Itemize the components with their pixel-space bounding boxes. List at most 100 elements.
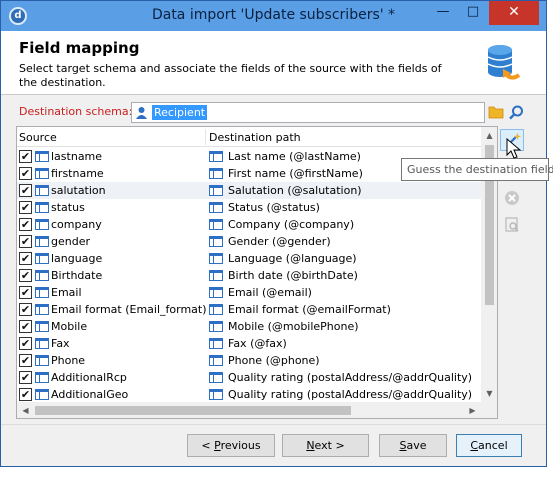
row-checkbox[interactable]: ✔ (19, 150, 32, 163)
destination-field-icon (209, 321, 223, 332)
page-title: Field mapping (19, 39, 140, 57)
source-field-icon (35, 372, 49, 383)
source-field-icon (35, 219, 49, 230)
folder-icon[interactable] (488, 104, 504, 120)
table-row[interactable]: ✔ AdditionalRcp Quality rating (postalAddr… (17, 369, 481, 386)
destination-field-icon (209, 168, 223, 179)
page-description: Select target schema and associate the f… (19, 62, 442, 89)
scroll-right-icon[interactable]: ▶ (464, 402, 481, 418)
source-field-name: Phone (51, 354, 86, 367)
previous-button[interactable]: < Previous (187, 434, 275, 457)
row-checkbox[interactable]: ✔ (19, 201, 32, 214)
row-checkbox[interactable]: ✔ (19, 337, 32, 350)
row-checkbox[interactable]: ✔ (19, 388, 32, 401)
destination-schema-field[interactable]: Recipient (131, 102, 485, 123)
destination-field-path: Quality rating (postalAddress/@addrQuali… (228, 371, 473, 384)
destination-field-icon (209, 304, 223, 315)
destination-field-path: Language (@language) (228, 252, 357, 265)
source-field-icon (35, 270, 49, 281)
source-field-name: status (51, 201, 85, 214)
row-checkbox[interactable]: ✔ (19, 303, 32, 316)
row-checkbox[interactable]: ✔ (19, 167, 32, 180)
destination-field-icon (209, 389, 223, 400)
horizontal-scrollbar[interactable]: ◀ ▶ (17, 402, 481, 418)
scroll-down-icon[interactable]: ▼ (481, 385, 497, 402)
maximize-button[interactable]: □ (459, 1, 487, 25)
row-checkbox[interactable]: ✔ (19, 320, 32, 333)
source-field-name: AdditionalRcp (51, 371, 127, 384)
save-button-label: ave (406, 439, 427, 452)
destination-field-icon (209, 236, 223, 247)
scroll-up-icon[interactable]: ▲ (481, 127, 497, 144)
destination-field-path: Email format (@emailFormat) (228, 303, 391, 316)
destination-field-icon (209, 185, 223, 196)
destination-field-path: Status (@status) (228, 201, 320, 214)
person-icon (136, 107, 147, 119)
column-destination-header[interactable]: Destination path (209, 131, 301, 144)
previous-button-prefix: < (201, 439, 215, 452)
table-row[interactable]: ✔ AdditionalGeo Quality rating (postalAddr… (17, 386, 481, 403)
table-row[interactable]: ✔ company Company (@company) (17, 216, 481, 233)
destination-field-path: Gender (@gender) (228, 235, 331, 248)
destination-field-icon (209, 253, 223, 264)
table-row[interactable]: ✔ status Status (@status) (17, 199, 481, 216)
destination-field-path: Company (@company) (228, 218, 355, 231)
detail-icon[interactable] (500, 214, 524, 236)
source-field-icon (35, 389, 49, 400)
table-row[interactable]: ✔ salutation Salutation (@salutation) (17, 182, 481, 199)
search-icon[interactable] (508, 104, 525, 121)
row-checkbox[interactable]: ✔ (19, 371, 32, 384)
destination-schema-label: Destination schema: (19, 105, 133, 118)
previous-button-label: revious (220, 439, 261, 452)
table-row[interactable]: ✔ Mobile Mobile (@mobilePhone) (17, 318, 481, 335)
grid-header: Source Destination path (17, 127, 481, 147)
source-field-icon (35, 151, 49, 162)
minimize-button[interactable]: — (429, 1, 457, 25)
row-checkbox[interactable]: ✔ (19, 286, 32, 299)
destination-field-icon (209, 270, 223, 281)
source-field-name: company (51, 218, 102, 231)
source-field-name: Email (51, 286, 82, 299)
table-row[interactable]: ✔ Email format (Email_format) Email format… (17, 301, 481, 318)
scroll-corner (481, 402, 497, 418)
save-button[interactable]: Save (379, 434, 447, 457)
close-button[interactable]: ✕ (489, 1, 539, 25)
table-row[interactable]: ✔ gender Gender (@gender) (17, 233, 481, 250)
destination-field-path: Last name (@lastName) (228, 150, 361, 163)
destination-field-icon (209, 202, 223, 213)
source-field-icon (35, 287, 49, 298)
table-row[interactable]: ✔ language Language (@language) (17, 250, 481, 267)
row-checkbox[interactable]: ✔ (19, 184, 32, 197)
destination-field-path: Mobile (@mobilePhone) (228, 320, 359, 333)
scroll-left-icon[interactable]: ◀ (17, 402, 34, 418)
footer-divider (1, 424, 546, 425)
table-row[interactable]: ✔ Fax Fax (@fax) (17, 335, 481, 352)
column-source-header[interactable]: Source (19, 131, 57, 144)
source-field-icon (35, 321, 49, 332)
database-refresh-icon (487, 45, 521, 80)
cancel-button-accel: C (470, 439, 479, 452)
title-bar[interactable]: d Data import 'Update subscribers' * — □… (1, 1, 546, 31)
horizontal-scroll-thumb[interactable] (35, 406, 351, 415)
source-field-name: Mobile (51, 320, 88, 333)
guess-destination-tooltip: Guess the destination field (401, 158, 553, 181)
table-row[interactable]: ✔ Phone Phone (@phone) (17, 352, 481, 369)
row-checkbox[interactable]: ✔ (19, 235, 32, 248)
next-button-accel: N (306, 439, 315, 452)
source-field-icon (35, 168, 49, 179)
next-button[interactable]: Next > (282, 434, 369, 457)
row-checkbox[interactable]: ✔ (19, 252, 32, 265)
source-field-icon (35, 338, 49, 349)
remove-icon[interactable] (500, 187, 524, 209)
mouse-cursor-icon (506, 138, 522, 159)
destination-field-path: First name (@firstName) (228, 167, 363, 180)
destination-field-path: Salutation (@salutation) (228, 184, 362, 197)
row-checkbox[interactable]: ✔ (19, 218, 32, 231)
row-checkbox[interactable]: ✔ (19, 354, 32, 367)
source-field-name: salutation (51, 184, 106, 197)
cancel-button[interactable]: Cancel (456, 434, 522, 457)
destination-field-icon (209, 355, 223, 366)
table-row[interactable]: ✔ Birthdate Birth date (@birthDate) (17, 267, 481, 284)
row-checkbox[interactable]: ✔ (19, 269, 32, 282)
table-row[interactable]: ✔ Email Email (@email) (17, 284, 481, 301)
